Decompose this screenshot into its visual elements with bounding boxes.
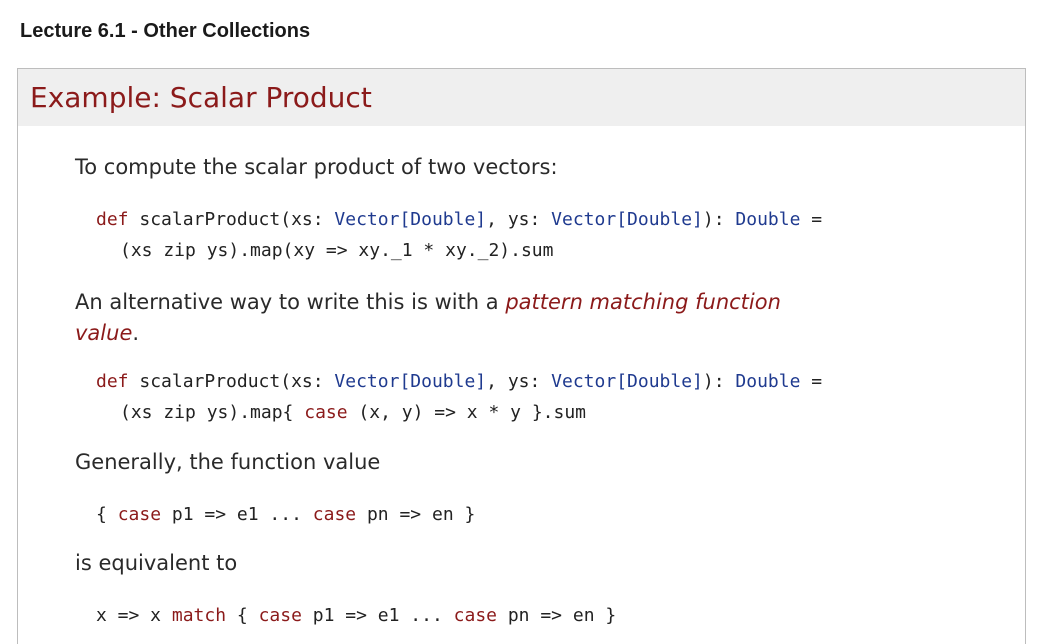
equivalent-text: is equivalent to [75, 551, 238, 575]
type-name: Vector[Double] [551, 371, 703, 392]
keyword: case [258, 605, 302, 626]
code-text: p1 => e1 ... [161, 504, 313, 525]
alt-text-emphasis: pattern matching function [505, 290, 781, 314]
code-text: scalarProduct(xs: [128, 371, 335, 392]
code-block-2-line-2: (xs zip ys).map{ case (x, y) => x * y }.… [120, 402, 586, 423]
code-text: { [226, 605, 259, 626]
code-text: = [800, 209, 823, 230]
type-name: Double [735, 209, 801, 230]
code-text: ): [702, 371, 736, 392]
code-block-1-line-2: (xs zip ys).map(xy => xy._1 * xy._2).sum [120, 240, 554, 261]
code-text: { [96, 504, 118, 525]
general-text: Generally, the function value [75, 450, 381, 474]
keyword: case [304, 402, 348, 423]
code-text: x => x [96, 605, 172, 626]
keyword: def [96, 209, 129, 230]
alt-text-end: . [132, 321, 140, 345]
type-name: Vector[Double] [334, 209, 487, 230]
code-text: (x, y) => x * y }.sum [347, 402, 587, 423]
type-name: Vector[Double] [334, 371, 487, 392]
alt-text-start: An alternative way to write this is with… [75, 290, 506, 314]
keyword: case [312, 504, 357, 525]
code-text: , ys: [486, 371, 552, 392]
code-text: , ys: [486, 209, 552, 230]
code-text: p1 => e1 ... [301, 605, 454, 626]
code-block-4: x => x match { case p1 => e1 ... case pn… [96, 605, 616, 626]
code-block-2-line-1: def scalarProduct(xs: Vector[Double], ys… [96, 371, 822, 392]
code-text: = [800, 371, 823, 392]
slide: Example: Scalar Product To compute the s… [17, 68, 1026, 644]
code-text: pn => en } [356, 504, 476, 525]
intro-text: To compute the scalar product of two vec… [75, 155, 558, 179]
alternative-text: An alternative way to write this is with… [75, 287, 835, 349]
code-text: pn => en } [497, 605, 617, 626]
keyword: case [117, 504, 162, 525]
code-block-3: { case p1 => e1 ... case pn => en } [96, 504, 475, 525]
keyword: case [453, 605, 497, 626]
code-text: ): [702, 209, 736, 230]
type-name: Vector[Double] [551, 209, 703, 230]
slide-title-bar: Example: Scalar Product [18, 69, 1025, 126]
lecture-title: Lecture 6.1 - Other Collections [20, 20, 311, 42]
code-text: scalarProduct(xs: [128, 209, 335, 230]
slide-title: Example: Scalar Product [30, 81, 372, 114]
keyword: def [96, 371, 129, 392]
code-block-1-line-1: def scalarProduct(xs: Vector[Double], ys… [96, 209, 822, 230]
keyword: match [171, 605, 227, 626]
alt-text-emphasis-2: value [75, 321, 133, 345]
code-text: (xs zip ys).map{ [120, 402, 305, 423]
type-name: Double [735, 371, 801, 392]
